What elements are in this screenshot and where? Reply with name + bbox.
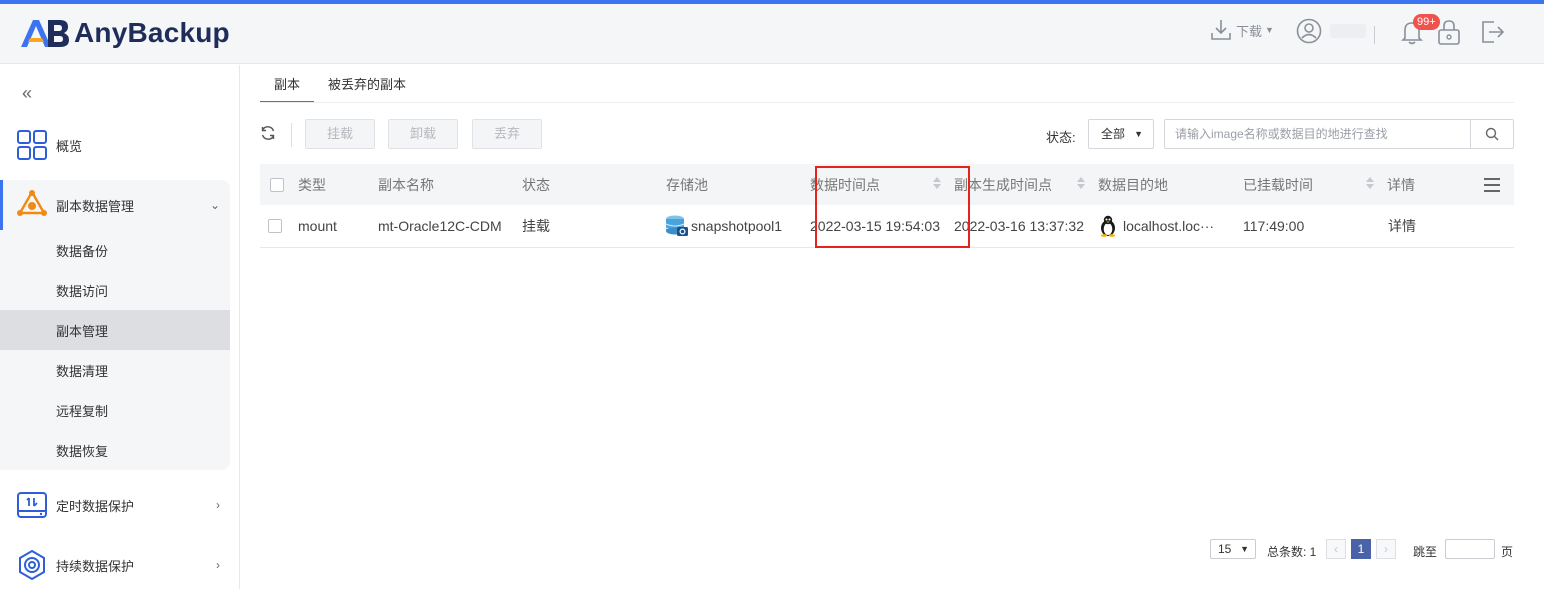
page-unit-label: 页 xyxy=(1501,545,1514,559)
unmount-button[interactable]: 卸载 xyxy=(388,119,458,149)
cell-type: mount xyxy=(298,218,337,234)
pagination: 15 ▼ 总条数: 1 ‹ 1 › 跳至 页 xyxy=(1210,539,1520,561)
logout-button[interactable] xyxy=(1478,18,1506,49)
column-detail: 详情 xyxy=(1387,176,1415,193)
logout-icon xyxy=(1482,21,1505,43)
main-content: 副本 被丢弃的副本 挂载 卸载 丢弃 状态: 全部 ▼ 请输入image名称或数… xyxy=(241,65,1544,589)
jump-page-input[interactable] xyxy=(1445,539,1495,559)
search-button[interactable] xyxy=(1470,120,1513,148)
download-label: 下载 xyxy=(1236,23,1263,39)
app-logo[interactable]: AnyBackup xyxy=(18,16,230,50)
cell-status: 挂载 xyxy=(522,218,550,234)
status-filter-select[interactable]: 全部 ▼ xyxy=(1088,119,1154,149)
mount-button[interactable]: 挂载 xyxy=(305,119,375,149)
row-checkbox[interactable] xyxy=(268,205,282,247)
tabs-divider xyxy=(260,102,1514,103)
status-filter-label: 状态: xyxy=(1046,130,1076,145)
total-count: 总条数: 1 xyxy=(1267,545,1317,559)
page-size-value: 15 xyxy=(1218,542,1232,556)
column-storage-pool: 存储池 xyxy=(666,176,708,193)
anybackup-logo-icon xyxy=(21,20,69,47)
status-filter-value: 全部 xyxy=(1101,127,1126,141)
sidebar-subitem-remote-replication[interactable]: 远程复制 xyxy=(0,390,230,430)
collapse-sidebar-icon[interactable]: « xyxy=(22,83,32,104)
storage-pool-icon xyxy=(665,215,688,236)
tab-bar: 副本 被丢弃的副本 xyxy=(260,75,420,103)
detail-link[interactable]: 详情 xyxy=(1388,205,1416,247)
sidebar: « 概览 副本数据管理 ⌄ 数据备份 数据访问 副本管理 数据清理 远程复制 数… xyxy=(0,65,240,589)
tab-discarded-copies[interactable]: 被丢弃的副本 xyxy=(314,75,420,103)
chevron-right-icon: › xyxy=(216,498,220,512)
lock-icon xyxy=(1438,20,1460,45)
notification-button[interactable]: 99+ xyxy=(1399,14,1440,49)
download-icon xyxy=(1211,20,1231,40)
search-box xyxy=(1164,119,1514,149)
sidebar-subitem-data-recovery[interactable]: 数据恢复 xyxy=(0,430,230,470)
sidebar-subitem-copy-management[interactable]: 副本管理 xyxy=(0,310,230,350)
page-size-select[interactable]: 15 ▼ xyxy=(1210,539,1256,559)
linux-penguin-icon xyxy=(1101,215,1115,237)
storage-pool-name: snapshotpool1 xyxy=(691,218,783,234)
user-menu[interactable] xyxy=(1296,18,1366,44)
column-status: 状态 xyxy=(522,176,550,193)
sort-icon[interactable] xyxy=(1366,177,1374,189)
chevron-down-icon: ⌄ xyxy=(209,198,220,212)
cell-mounted-time: 117:49:00 xyxy=(1243,218,1305,234)
column-mounted-time[interactable]: 已挂载时间 xyxy=(1243,164,1313,205)
select-all-checkbox[interactable] xyxy=(270,164,284,205)
scheduled-protect-icon xyxy=(17,492,47,518)
jump-to-label: 跳至 xyxy=(1413,545,1438,559)
sidebar-item-label: 概览 xyxy=(56,138,83,154)
user-avatar-icon xyxy=(1296,18,1322,44)
sort-icon[interactable] xyxy=(1077,177,1085,189)
current-page-button[interactable]: 1 xyxy=(1351,539,1371,559)
copy-data-icon xyxy=(17,190,47,216)
caret-down-icon: ▼ xyxy=(1240,544,1249,554)
search-input[interactable] xyxy=(1175,126,1465,142)
download-menu[interactable]: 下载 ▼ xyxy=(1209,18,1274,42)
cell-copy-name: mt-Oracle12C-CDM xyxy=(378,218,502,234)
sidebar-item-label: 副本数据管理 xyxy=(56,198,135,214)
sidebar-item-scheduled-protection[interactable]: 定时数据保护 › xyxy=(0,480,230,530)
sidebar-item-copy-data-management[interactable]: 副本数据管理 ⌄ xyxy=(0,180,230,230)
lock-button[interactable] xyxy=(1436,18,1462,49)
refresh-icon[interactable] xyxy=(260,125,276,141)
sidebar-subitem-data-access[interactable]: 数据访问 xyxy=(0,270,230,310)
chevron-right-icon: › xyxy=(216,558,220,572)
column-settings-icon[interactable] xyxy=(1484,178,1500,196)
sidebar-item-continuous-protection[interactable]: 持续数据保护 › xyxy=(0,540,230,590)
caret-down-icon: ▼ xyxy=(1134,129,1143,139)
search-icon xyxy=(1485,127,1499,141)
header-divider xyxy=(1374,26,1375,44)
cell-created-time: 2022-03-16 13:37:32 xyxy=(954,218,1084,234)
sidebar-item-label: 定时数据保护 xyxy=(56,498,135,514)
prev-page-button[interactable]: ‹ xyxy=(1326,539,1346,559)
column-destination: 数据目的地 xyxy=(1098,176,1168,193)
toolbar-divider xyxy=(291,123,292,147)
sidebar-item-label: 持续数据保护 xyxy=(56,558,135,574)
destination-host: localhost.loc··· xyxy=(1123,218,1215,234)
column-label: 已挂载时间 xyxy=(1243,176,1313,193)
continuous-protect-icon xyxy=(19,549,45,581)
username-blurred xyxy=(1330,24,1366,38)
discard-button[interactable]: 丢弃 xyxy=(472,119,542,149)
cell-storage-pool: snapshotpool1 xyxy=(665,205,782,247)
next-page-button[interactable]: › xyxy=(1376,539,1396,559)
cell-destination: localhost.loc··· xyxy=(1098,205,1214,247)
chevron-down-icon: ▼ xyxy=(1265,25,1274,35)
sidebar-subitem-data-backup[interactable]: 数据备份 xyxy=(0,230,230,270)
toolbar: 挂载 卸载 丢弃 状态: 全部 ▼ xyxy=(260,119,1514,151)
sidebar-subitem-data-cleanup[interactable]: 数据清理 xyxy=(0,350,230,390)
column-copy-name: 副本名称 xyxy=(378,176,434,193)
grid-icon xyxy=(17,130,47,160)
app-name: AnyBackup xyxy=(74,17,230,48)
highlight-box xyxy=(815,166,970,248)
tab-copies[interactable]: 副本 xyxy=(260,75,315,103)
column-type: 类型 xyxy=(298,176,326,193)
sidebar-item-overview[interactable]: 概览 xyxy=(0,120,230,170)
app-header: AnyBackup 下载 ▼ 99+ xyxy=(0,4,1544,64)
